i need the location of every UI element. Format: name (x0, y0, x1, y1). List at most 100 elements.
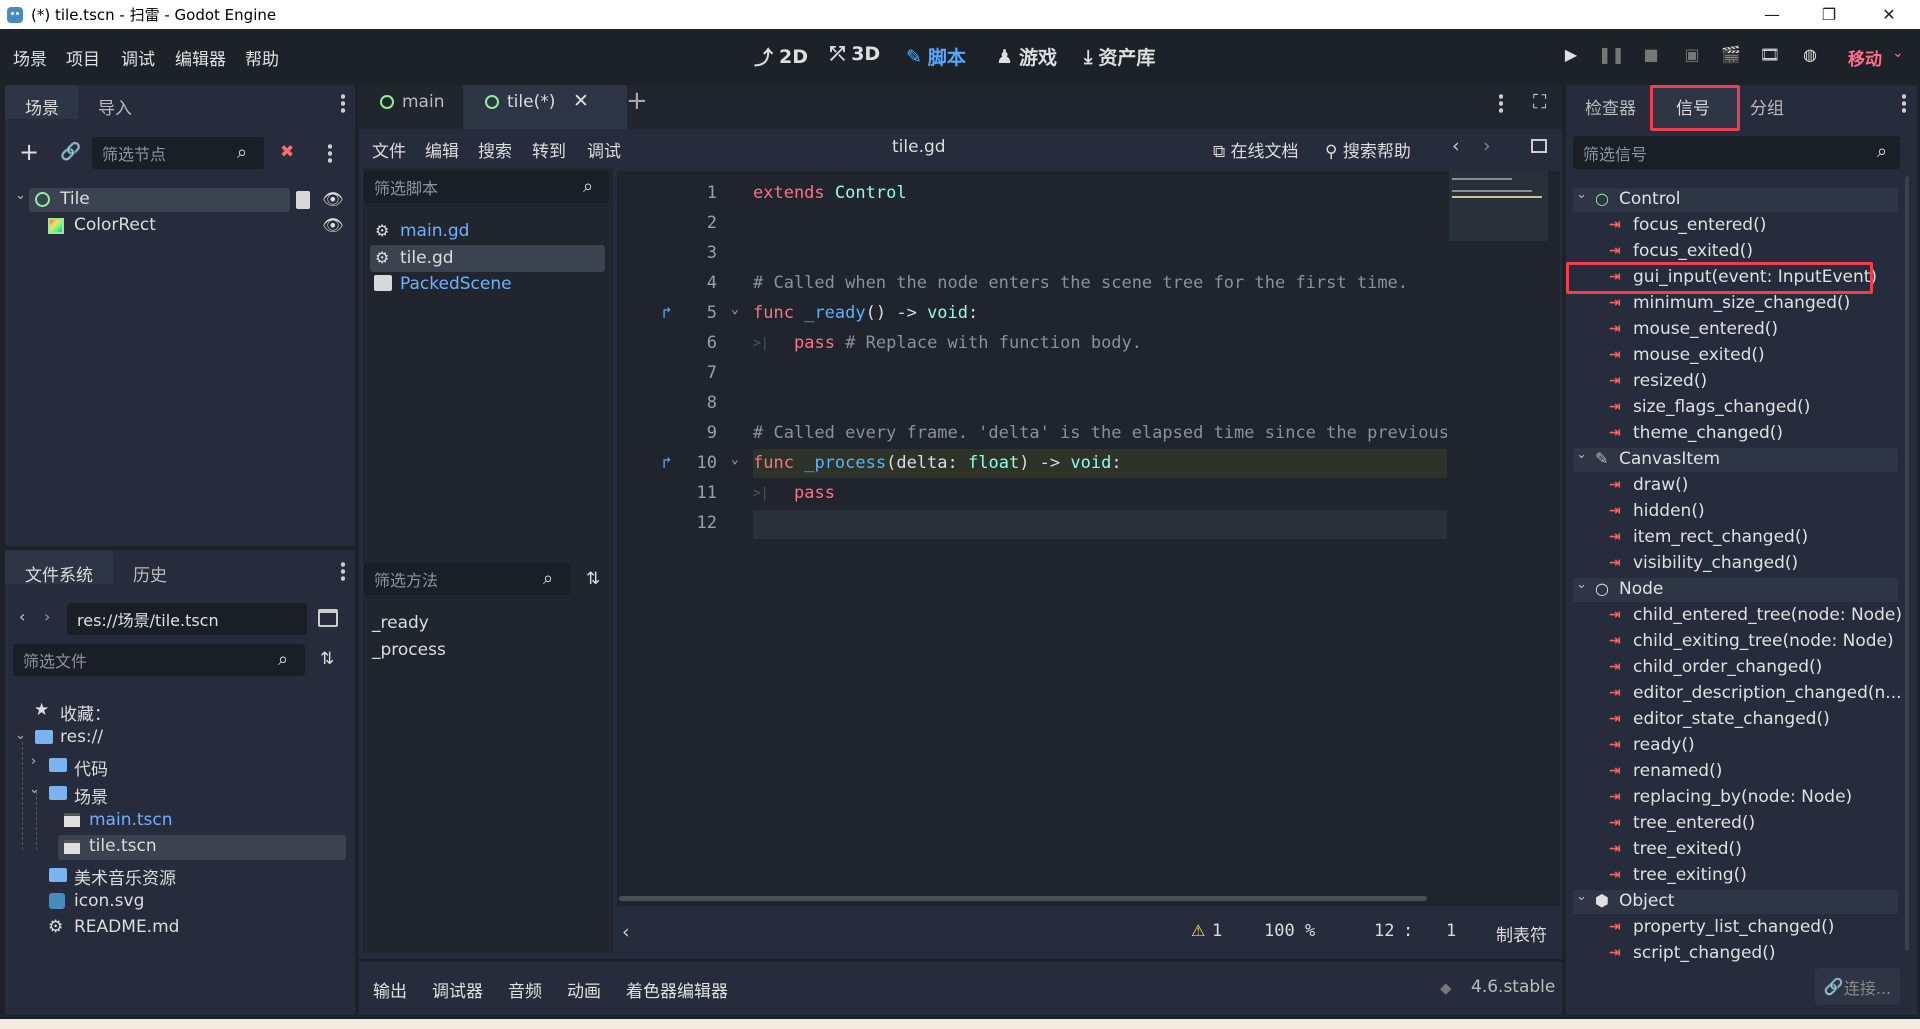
signal-filter-input[interactable]: 筛选信号 (1573, 136, 1900, 169)
chevron-down-icon[interactable]: ⌄ (1576, 187, 1587, 202)
signal-item[interactable]: focus_exited() (1633, 241, 1753, 261)
fs-item-art[interactable]: 美术音乐资源 (74, 864, 176, 889)
signal-item[interactable]: editor_state_changed() (1633, 709, 1830, 729)
remote-debug-icon[interactable]: ▣ (1679, 45, 1705, 67)
script-item-main[interactable]: main.gd (400, 221, 469, 241)
chevron-down-icon[interactable]: ⌄ (1576, 447, 1587, 462)
fold-icon[interactable]: ⌄ (731, 452, 739, 467)
bottom-tab-debugger[interactable]: 调试器 (432, 977, 483, 1002)
chevron-down-icon[interactable]: ⌄ (15, 728, 26, 743)
fold-icon[interactable]: ⌄ (731, 302, 739, 317)
signal-item[interactable]: size_flags_changed() (1633, 397, 1810, 417)
signal-group-node[interactable]: Node (1619, 579, 1663, 599)
fs-item-tile-tscn[interactable]: tile.tscn (89, 836, 157, 856)
vertical-scrollbar[interactable] (1905, 176, 1909, 951)
signal-item[interactable]: child_entered_tree(node: Node) (1633, 605, 1902, 625)
tab-inspector[interactable]: 检查器 (1585, 94, 1636, 119)
toggle-scripts-panel-icon[interactable] (1531, 139, 1547, 153)
sort-icon[interactable]: ⇅ (320, 649, 334, 669)
signal-group-control[interactable]: Control (1619, 189, 1680, 209)
remove-script-icon[interactable]: ✖ (280, 142, 294, 162)
node-dock-menu-icon[interactable] (1902, 93, 1906, 113)
menu-help[interactable]: 帮助 (245, 45, 279, 70)
signal-item[interactable]: renamed() (1633, 761, 1722, 781)
minimize-button[interactable]: — (1743, 0, 1801, 29)
pause-icon[interactable]: ❚❚ (1598, 45, 1625, 67)
signal-item[interactable]: hidden() (1633, 501, 1705, 521)
method-filter-input[interactable]: 筛选方法 (364, 563, 570, 595)
script-menu-file[interactable]: 文件 (372, 137, 406, 162)
tab-import[interactable]: 导入 (98, 94, 132, 119)
signal-item[interactable]: focus_entered() (1633, 215, 1766, 235)
connect-button[interactable]: 🔗 连接... (1815, 968, 1900, 1005)
signal-item[interactable]: item_rect_changed() (1633, 527, 1808, 547)
signal-group-canvasitem[interactable]: CanvasItem (1619, 449, 1720, 469)
signal-item[interactable]: replacing_by(node: Node) (1633, 787, 1852, 807)
history-back-icon[interactable]: ‹ (1452, 135, 1460, 157)
signal-item[interactable]: child_order_changed() (1633, 657, 1822, 677)
menu-editor[interactable]: 编辑器 (175, 45, 226, 70)
path-input[interactable]: res://场景/tile.tscn (67, 603, 307, 635)
forward-icon[interactable]: › (44, 607, 50, 626)
fs-item-main-tscn[interactable]: main.tscn (89, 810, 173, 830)
workspace-script[interactable]: ✎ 脚本 (906, 43, 966, 70)
signal-item[interactable]: mouse_entered() (1633, 319, 1778, 339)
stop-icon[interactable]: ■ (1638, 45, 1664, 67)
bottom-tab-shader-editor[interactable]: 着色器编辑器 (626, 977, 728, 1002)
script-item-tile[interactable]: tile.gd (400, 248, 454, 268)
bottom-tab-animation[interactable]: 动画 (567, 977, 601, 1002)
add-tab-icon[interactable]: + (626, 86, 648, 116)
signal-item[interactable]: property_list_changed() (1633, 917, 1834, 937)
signal-item[interactable]: draw() (1633, 475, 1688, 495)
script-menu-debug[interactable]: 调试 (587, 137, 621, 162)
fs-item-code[interactable]: 代码 (74, 755, 108, 780)
signal-connection-icon[interactable]: ↱ (662, 453, 672, 472)
play-icon[interactable]: ▶ (1558, 45, 1584, 67)
signal-item[interactable]: tree_entered() (1633, 813, 1755, 833)
signal-item[interactable]: child_exiting_tree(node: Node) (1633, 631, 1894, 651)
script-menu-goto[interactable]: 转到 (532, 137, 566, 162)
fs-item-res[interactable]: res:// (60, 727, 103, 747)
restore-button[interactable]: ❐ (1800, 0, 1858, 29)
signal-item[interactable]: resized() (1633, 371, 1707, 391)
signal-item[interactable]: minimum_size_changed() (1633, 293, 1850, 313)
online-docs-button[interactable]: ⧉ 在线文档 (1213, 137, 1299, 162)
history-forward-icon[interactable]: › (1483, 135, 1491, 157)
close-tab-icon[interactable]: ✕ (573, 90, 589, 112)
script-menu-edit[interactable]: 编辑 (425, 137, 459, 162)
bottom-tab-output[interactable]: 输出 (373, 977, 407, 1002)
script-menu-search[interactable]: 搜索 (478, 137, 512, 162)
back-icon[interactable]: ‹ (19, 607, 25, 626)
signal-group-object[interactable]: Object (1619, 891, 1674, 911)
sort-icon[interactable]: ⇅ (586, 569, 600, 589)
signal-item[interactable]: tree_exiting() (1633, 865, 1747, 885)
tab-groups[interactable]: 分组 (1750, 94, 1784, 119)
distraction-free-icon[interactable]: ⛶ (1533, 91, 1546, 113)
signal-item[interactable]: visibility_changed() (1633, 553, 1798, 573)
node-tile[interactable]: Tile (60, 189, 90, 209)
scene-tree-menu-icon[interactable] (328, 143, 332, 163)
chevron-right-icon[interactable]: › (31, 754, 36, 769)
tab-history[interactable]: 历史 (133, 561, 167, 586)
workspace-2d[interactable]: ⤴ 2D (754, 43, 808, 70)
method-item-process[interactable]: _process (372, 640, 446, 660)
add-node-icon[interactable]: + (19, 138, 39, 166)
bottom-tab-audio[interactable]: 音频 (508, 977, 542, 1002)
workspace-assetlib[interactable]: ⤓ 资产库 (1084, 43, 1155, 70)
chevron-down-icon[interactable]: ⌄ (29, 782, 40, 797)
workspace-3d[interactable]: ⤱ 3D (830, 43, 880, 65)
chevron-down-icon[interactable]: ⌄ (15, 188, 26, 203)
visibility-icon[interactable]: 👁 (322, 190, 344, 210)
chevron-down-icon[interactable]: ⌄ (1576, 889, 1587, 904)
zoom-level[interactable]: 100 % (1264, 921, 1315, 941)
search-help-button[interactable]: ⚲ 搜索帮助 (1325, 137, 1411, 162)
split-mode-icon[interactable] (318, 609, 338, 627)
menu-project[interactable]: 项目 (66, 45, 100, 70)
link-icon[interactable]: 🔗 (60, 142, 81, 162)
tab-filesystem[interactable]: 文件系统 (25, 561, 93, 586)
scene-dock-menu-icon[interactable] (341, 93, 345, 113)
fs-item-readme[interactable]: README.md (74, 917, 179, 937)
script-item-packedscene[interactable]: PackedScene (400, 274, 512, 294)
horizontal-scrollbar[interactable] (619, 896, 1427, 901)
chevron-down-icon[interactable]: ⌄ (1576, 577, 1587, 592)
